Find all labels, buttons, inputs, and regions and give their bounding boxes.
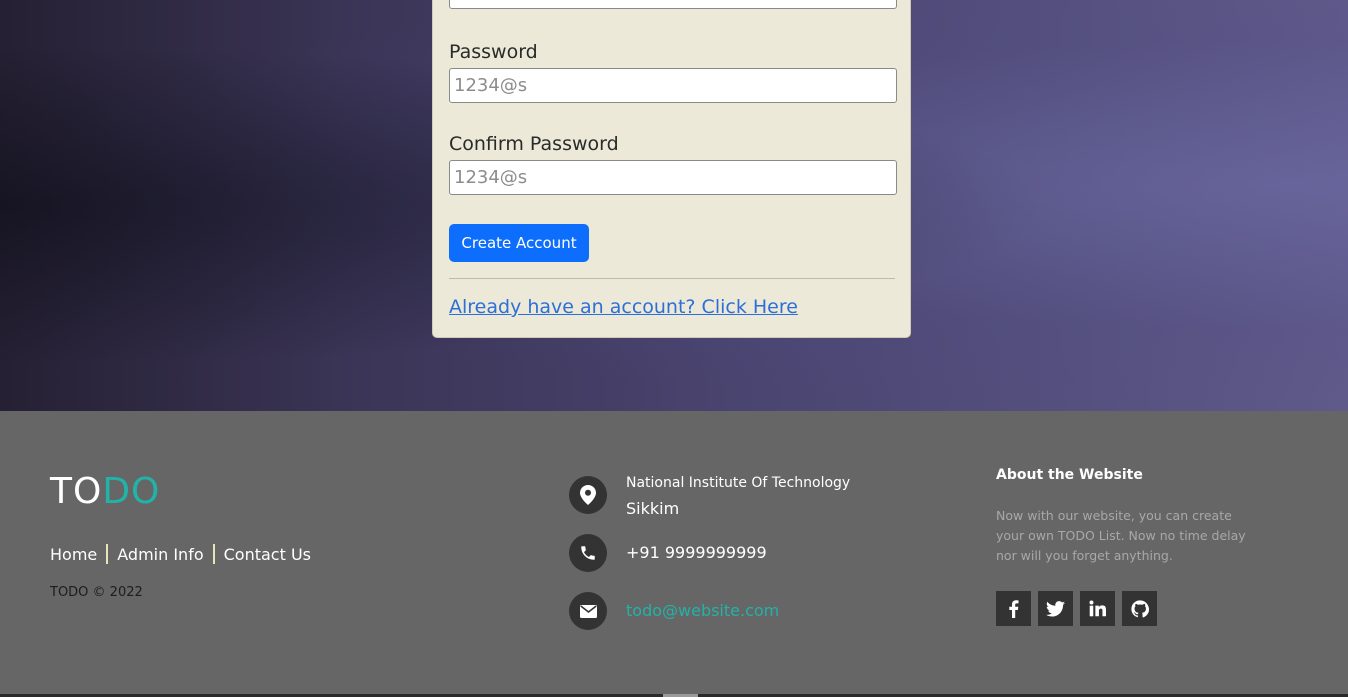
logo-text-part2: DO [102, 471, 161, 512]
password-label: Password [449, 41, 538, 63]
previous-input-field[interactable] [449, 0, 897, 9]
phone-number: +91 9999999999 [626, 543, 767, 562]
github-icon[interactable] [1122, 591, 1157, 626]
password-input[interactable] [449, 68, 897, 103]
email-container: todo@website.com [626, 601, 779, 620]
confirm-password-input[interactable] [449, 160, 897, 195]
about-text: Now with our website, you can create you… [996, 508, 1246, 563]
envelope-icon [569, 592, 607, 630]
address-line2: Sikkim [626, 499, 680, 518]
logo-text-part1: TO [50, 471, 103, 512]
footer-logo[interactable]: TODO [50, 471, 160, 512]
nav-separator [212, 544, 215, 564]
nav-separator [106, 544, 109, 564]
facebook-icon[interactable] [996, 591, 1031, 626]
footer-nav: Home Admin Info Contact Us [50, 544, 311, 564]
form-divider [449, 278, 895, 279]
twitter-icon[interactable] [1038, 591, 1073, 626]
copyright-text: TODO © 2022 [50, 585, 143, 600]
address-line1: National Institute Of Technology [626, 475, 851, 491]
create-account-button[interactable]: Create Account [449, 224, 589, 262]
footer-link-contact-us[interactable]: Contact Us [224, 545, 311, 564]
map-marker-icon [569, 476, 607, 514]
phone-icon [569, 534, 607, 572]
email-link[interactable]: todo@website.com [626, 601, 779, 620]
linkedin-icon[interactable] [1080, 591, 1115, 626]
signup-card: Password Confirm Password Create Account… [432, 0, 911, 338]
login-link[interactable]: Already have an account? Click Here [449, 296, 798, 318]
confirm-password-label: Confirm Password [449, 133, 619, 155]
footer: TODO Home Admin Info Contact Us TODO © 2… [0, 411, 1348, 694]
footer-link-home[interactable]: Home [50, 545, 97, 564]
about-title: About the Website [996, 467, 1143, 483]
footer-link-admin-info[interactable]: Admin Info [117, 545, 203, 564]
